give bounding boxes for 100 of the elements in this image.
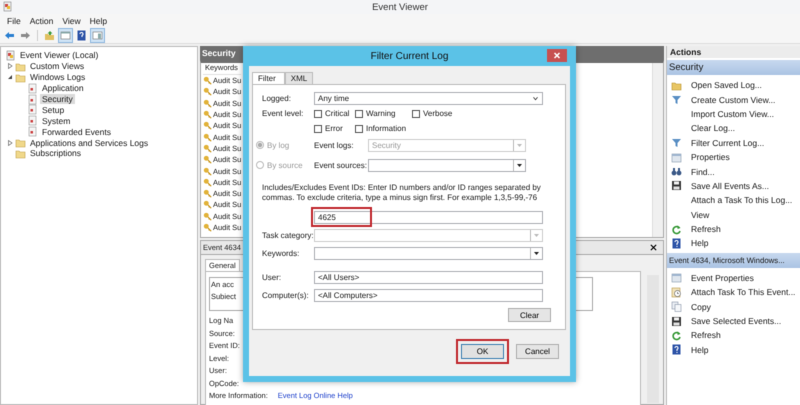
dialog-button[interactable]: Cancel — [516, 344, 559, 359]
checkbox-label: Information — [366, 124, 406, 133]
event-viewer-icon — [5, 50, 16, 61]
checkbox[interactable] — [355, 124, 363, 132]
key-icon — [203, 166, 212, 176]
clear-button[interactable]: Clear — [508, 308, 551, 322]
help-icon[interactable] — [75, 28, 88, 42]
key-icon — [203, 144, 212, 153]
command-link[interactable]: Refresh — [691, 224, 721, 234]
folder-icon — [671, 80, 682, 91]
tree-item[interactable]: Security — [40, 94, 75, 104]
command-link[interactable]: Attach Task To This Event... — [691, 287, 796, 298]
scrollbar[interactable] — [652, 63, 663, 237]
tab[interactable]: Filter — [252, 72, 285, 84]
tree-item[interactable]: Setup — [40, 104, 66, 115]
log-icon — [27, 94, 38, 105]
tree-item[interactable]: Custom Views — [28, 61, 86, 72]
field-label: User: — [262, 272, 282, 282]
checkbox-label: Warning — [366, 109, 396, 118]
log-icon — [27, 126, 38, 138]
command-link[interactable]: Help — [691, 344, 708, 355]
command-link[interactable]: Filter Current Log... — [691, 138, 764, 148]
tree-item[interactable]: Forwarded Events — [40, 126, 113, 137]
tree-item[interactable]: Application — [40, 83, 86, 94]
binoculars-icon — [671, 166, 682, 178]
pane-title: Security — [202, 48, 236, 58]
log-icon — [27, 104, 38, 116]
checkbox-label: Error — [325, 124, 343, 133]
tab[interactable]: XML — [284, 72, 314, 84]
command-link[interactable]: Open Saved Log... — [691, 80, 762, 90]
command-link[interactable]: Properties — [691, 152, 730, 162]
checkbox[interactable] — [314, 110, 322, 118]
command-link[interactable]: Save All Events As... — [691, 180, 769, 191]
close-button[interactable] — [547, 49, 567, 62]
log-icon — [27, 82, 38, 94]
menu-item[interactable]: Help — [86, 16, 114, 26]
field-label: Event level: — [262, 109, 304, 118]
dialog-title: Filter Current Log — [370, 50, 448, 62]
command-link[interactable]: Save Selected Events... — [691, 316, 782, 326]
key-icon — [203, 76, 212, 86]
folder-icon — [15, 72, 26, 83]
funnel-icon — [671, 94, 682, 106]
input-field[interactable]: 4625 — [314, 210, 543, 224]
help-icon — [671, 238, 682, 249]
command-link[interactable]: Refresh — [691, 330, 721, 340]
log-icon — [27, 115, 38, 126]
checkbox[interactable] — [412, 110, 420, 118]
expand-arrow-icon[interactable] — [7, 140, 13, 146]
command-link[interactable]: Create Custom View... — [691, 94, 776, 105]
checkbox-label: Verbose — [423, 109, 452, 118]
tree-item[interactable]: Applications and Services Logs — [28, 138, 150, 148]
dialog-button[interactable]: OK — [461, 344, 504, 359]
field-label: Computer(s): — [262, 290, 310, 300]
input-field[interactable]: <All Users> — [314, 270, 543, 284]
field-label: Task category: — [262, 230, 314, 240]
command-link[interactable]: View — [691, 210, 710, 220]
key-icon — [203, 132, 212, 142]
refresh-icon — [671, 224, 682, 235]
key-icon — [203, 87, 212, 96]
menu-item[interactable]: File — [4, 16, 27, 26]
key-icon — [203, 98, 212, 108]
command-link[interactable]: Attach a Task To this Log... — [691, 195, 792, 206]
tree-item[interactable]: Event Viewer (Local) — [18, 50, 100, 60]
clock-icon — [671, 286, 682, 298]
properties-icon — [671, 152, 682, 163]
command-link[interactable]: Event Properties — [691, 272, 754, 283]
key-icon — [203, 178, 212, 187]
expand-arrow-icon[interactable] — [7, 63, 13, 70]
folder-up-icon[interactable] — [43, 28, 56, 42]
radio-label: By source — [267, 160, 303, 170]
dropdown-arrow-icon[interactable] — [513, 160, 525, 170]
scrollbar[interactable] — [647, 275, 659, 403]
properties-icon — [671, 272, 682, 284]
folder-icon — [15, 60, 26, 72]
close-icon[interactable] — [650, 244, 657, 251]
input-field[interactable]: <All Computers> — [314, 288, 543, 302]
command-link[interactable]: Help — [691, 238, 708, 248]
tree-item[interactable]: Subscriptions — [28, 148, 84, 158]
dropdown[interactable]: Any time — [314, 92, 543, 104]
tree-item[interactable]: Windows Logs — [28, 72, 88, 82]
checkbox-label: Critical — [325, 109, 350, 118]
section-header[interactable]: Security — [667, 60, 800, 75]
key-icon — [203, 223, 212, 232]
key-icon — [203, 155, 212, 164]
menu-item[interactable]: View — [59, 16, 87, 26]
key-icon — [203, 121, 212, 130]
checkbox[interactable] — [355, 110, 363, 118]
command-link[interactable]: Find... — [691, 166, 715, 177]
help-text: Includes/Excludes Event IDs: Enter ID numbers and/or ID ranges separated by commas. To exclude criteria, type a minus sign first. For example 1,3,5-99,-76 — [262, 183, 542, 203]
collapse-arrow-icon[interactable] — [7, 74, 13, 80]
actions-header: Actions — [667, 46, 800, 58]
checkbox[interactable] — [314, 124, 322, 132]
field-label: Keywords: — [262, 248, 300, 258]
command-link[interactable]: Clear Log... — [691, 123, 735, 134]
command-link[interactable]: Copy — [691, 302, 711, 312]
window-title: Event Viewer — [372, 2, 428, 12]
dropdown-arrow-icon[interactable] — [530, 248, 542, 258]
tree-item[interactable]: System — [40, 116, 72, 126]
command-link[interactable]: Import Custom View... — [691, 108, 774, 119]
menu-item[interactable]: Action — [26, 16, 60, 26]
